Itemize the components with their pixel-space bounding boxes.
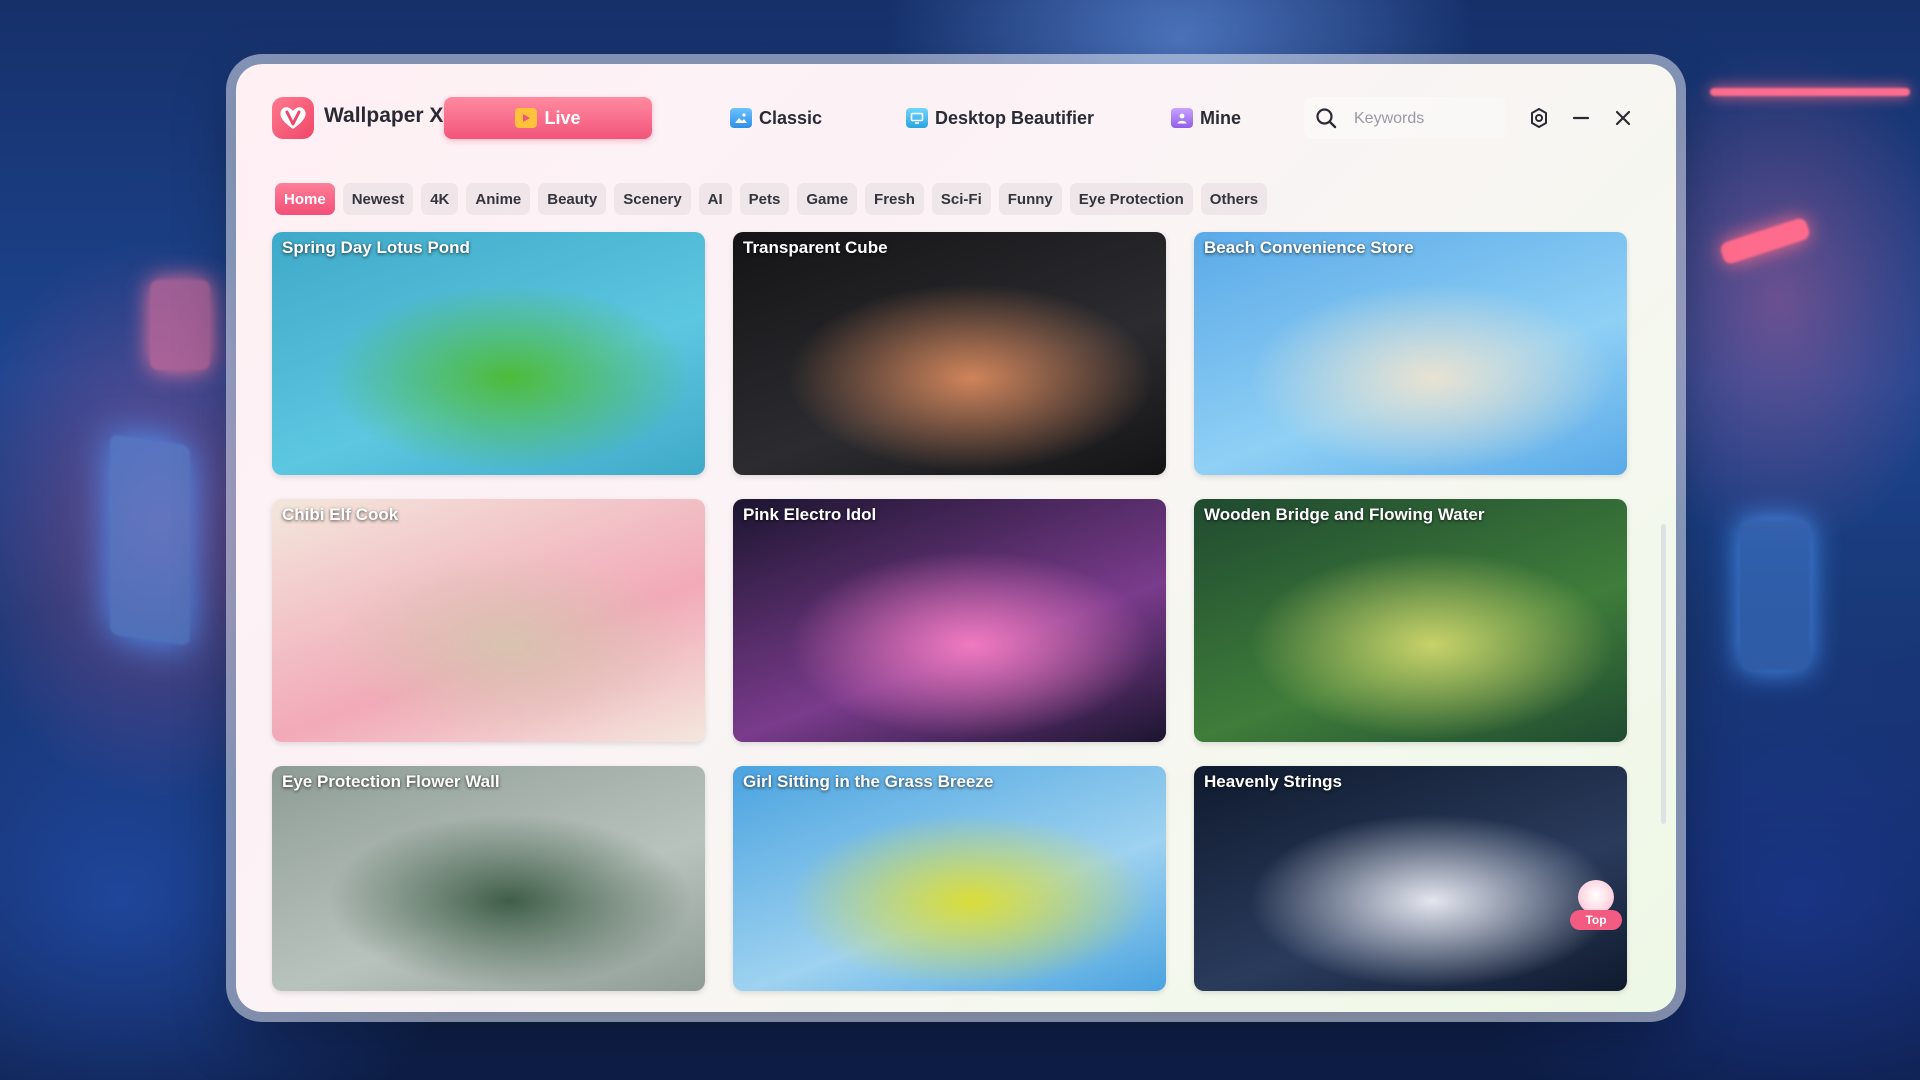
category-ai[interactable]: AI (698, 183, 732, 215)
tab-desktop-beautifier[interactable]: Desktop Beautifier (880, 97, 1120, 139)
category-eye-protection[interactable]: Eye Protection (1069, 183, 1193, 215)
category-4k[interactable]: 4K (421, 183, 459, 215)
category-anime[interactable]: Anime (466, 183, 531, 215)
wallpaper-title: Pink Electro Idol (743, 505, 877, 524)
category-sci-fi[interactable]: Sci-Fi (931, 183, 991, 215)
neon-light (1718, 216, 1812, 266)
category-home[interactable]: Home (275, 183, 335, 215)
wallpaper-title: Beach Convenience Store (1204, 238, 1414, 257)
search-input[interactable] (1352, 105, 1501, 133)
back-to-top-label: Top (1570, 910, 1622, 930)
neon-light (1710, 88, 1910, 96)
screen-glow (1740, 520, 1810, 670)
settings-icon (1531, 108, 1547, 128)
tab-live[interactable]: Live (444, 97, 652, 139)
app-title: Wallpaper X (324, 104, 444, 127)
wallpaper-title: Eye Protection Flower Wall (282, 772, 500, 791)
wallpaper-title: Chibi Elf Cook (282, 505, 399, 524)
settings-button[interactable] (1522, 101, 1556, 135)
minimize-button[interactable] (1564, 101, 1598, 135)
category-scenery[interactable]: Scenery (614, 183, 691, 215)
category-game[interactable]: Game (797, 183, 858, 215)
app-window: Wallpaper X Live Classic Desktop Beautif… (236, 64, 1676, 1012)
app-logo-icon (272, 97, 314, 139)
tab-mine-label: Mine (1199, 107, 1241, 128)
wallpaper-card[interactable]: Transparent Cube (733, 232, 1166, 475)
category-bar: Home Newest 4K Anime Beauty Scenery AI P… (275, 183, 1268, 215)
category-others[interactable]: Others (1200, 183, 1268, 215)
wallpaper-card[interactable]: Chibi Elf Cook (272, 499, 705, 742)
close-icon (1615, 110, 1631, 126)
category-fresh[interactable]: Fresh (865, 183, 924, 215)
wallpaper-card[interactable]: Heavenly Strings (1194, 766, 1627, 991)
wallpaper-title: Heavenly Strings (1204, 772, 1342, 791)
wallpaper-title: Transparent Cube (743, 238, 888, 257)
tab-live-label: Live (544, 107, 581, 128)
wallpaper-card[interactable]: Girl Sitting in the Grass Breeze (733, 766, 1166, 991)
wallpaper-card[interactable]: Beach Convenience Store (1194, 232, 1627, 475)
screen-glow (110, 434, 190, 646)
play-icon (515, 108, 538, 128)
tab-classic[interactable]: Classic (706, 97, 846, 139)
back-to-top-button[interactable]: Top (1570, 880, 1622, 936)
user-icon (1170, 108, 1193, 128)
wallpaper-title: Girl Sitting in the Grass Breeze (743, 772, 994, 791)
desktop-icon (905, 108, 928, 128)
tab-mine[interactable]: Mine (1146, 97, 1266, 139)
close-button[interactable] (1606, 101, 1640, 135)
category-newest[interactable]: Newest (342, 183, 414, 215)
wallpaper-card[interactable]: Wooden Bridge and Flowing Water (1194, 499, 1627, 742)
search-box[interactable] (1304, 97, 1506, 139)
category-pets[interactable]: Pets (739, 183, 790, 215)
tab-desktop-beautifier-label: Desktop Beautifier (934, 107, 1095, 128)
mascot-icon (1578, 880, 1614, 914)
wallpaper-card[interactable]: Eye Protection Flower Wall (272, 766, 705, 991)
search-icon (1316, 108, 1337, 129)
wallpaper-card[interactable]: Pink Electro Idol (733, 499, 1166, 742)
wallpaper-title: Wooden Bridge and Flowing Water (1204, 505, 1485, 524)
tab-classic-label: Classic (758, 107, 823, 128)
wallpaper-title: Spring Day Lotus Pond (282, 238, 470, 257)
scrollbar[interactable] (1661, 524, 1666, 824)
category-beauty[interactable]: Beauty (538, 183, 607, 215)
image-icon (729, 108, 752, 128)
minimize-icon (1572, 116, 1590, 120)
wallpaper-card[interactable]: Spring Day Lotus Pond (272, 232, 705, 475)
category-funny[interactable]: Funny (998, 183, 1062, 215)
neon-light (150, 280, 210, 370)
